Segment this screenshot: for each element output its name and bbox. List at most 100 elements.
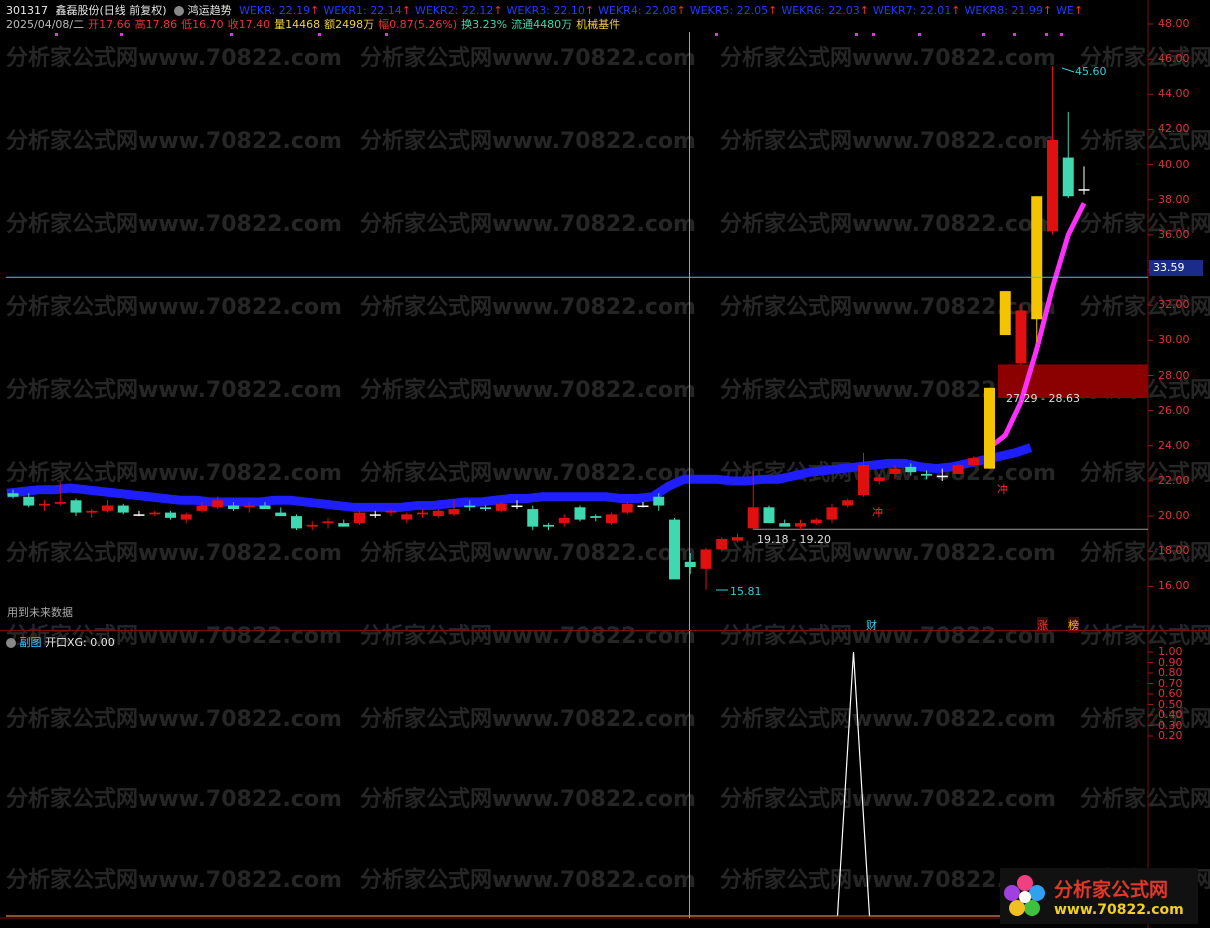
candle-body bbox=[228, 505, 239, 510]
candle-body bbox=[747, 507, 759, 529]
sub-chart-header: 副图 开口XG: 0.00 bbox=[6, 634, 115, 650]
wekr-item: WEKR5: 22.05↑ bbox=[689, 4, 778, 17]
sub-chart-title[interactable]: 副图 bbox=[20, 636, 42, 649]
sub-toggle-icon[interactable] bbox=[6, 638, 16, 648]
candle-body bbox=[432, 510, 444, 517]
candle-body bbox=[495, 503, 507, 511]
candle-body bbox=[70, 500, 82, 513]
open: 开17.66 bbox=[88, 18, 131, 31]
watermark-text: 分析家公式网www.70822.com bbox=[360, 623, 696, 649]
low-price-label: 15.81 bbox=[730, 585, 762, 598]
candle-body bbox=[889, 468, 901, 474]
candle-body bbox=[936, 475, 948, 478]
watermark-text: 分析家公式网www.70822.com bbox=[720, 786, 1056, 812]
candle-body bbox=[165, 512, 176, 518]
candle-body bbox=[574, 507, 586, 520]
candle-body bbox=[842, 500, 854, 506]
sub-indicator-value: 开口XG: 0.00 bbox=[45, 636, 115, 649]
high-price-label: 45.60 bbox=[1075, 65, 1107, 78]
site-logo: 分析家公式网 www.70822.com bbox=[1000, 868, 1198, 924]
candle-body bbox=[1031, 196, 1043, 320]
high: 高17.86 bbox=[134, 18, 178, 31]
candle-body bbox=[952, 465, 964, 474]
watermark-text: 分析家公式网www.70822.com bbox=[360, 540, 696, 566]
candle-body bbox=[102, 505, 113, 511]
signal-dot bbox=[230, 33, 233, 36]
logo-title: 分析家公式网 bbox=[1054, 878, 1169, 901]
candle-body bbox=[873, 477, 885, 481]
candle-body bbox=[700, 549, 712, 569]
flower-logo-icon bbox=[1000, 871, 1050, 921]
up-arrow-icon: ↑ bbox=[1073, 4, 1084, 17]
candle-body bbox=[511, 505, 523, 508]
y-tick-label: 44.00 bbox=[1158, 87, 1190, 101]
wekr-item: WEKR8: 21.99↑ bbox=[964, 4, 1053, 17]
candle-body bbox=[669, 519, 680, 580]
watermark-text: 分析家公式网www.70822.com bbox=[6, 460, 342, 486]
watermark-text: 分析家公式网www.70822.com bbox=[6, 540, 342, 566]
chong-marker-2: 冲 bbox=[997, 482, 1008, 496]
candle-body bbox=[259, 505, 271, 510]
watermark-text: 分析家公式网www.70822.com bbox=[360, 128, 696, 154]
signal-dot bbox=[1060, 33, 1063, 36]
signal-dot bbox=[120, 33, 123, 36]
logo-url: www.70822.com bbox=[1054, 901, 1184, 918]
y-tick-label: 20.00 bbox=[1158, 509, 1190, 523]
candle-body bbox=[543, 524, 554, 527]
candle-body bbox=[1078, 189, 1090, 191]
y-tick-label: 16.00 bbox=[1158, 579, 1190, 593]
turnover: 换3.23% bbox=[461, 18, 508, 31]
candle-body bbox=[968, 458, 980, 466]
float-shares: 流通4480万 bbox=[511, 18, 573, 31]
y-tick-label: 46.00 bbox=[1158, 52, 1190, 66]
panel-divider[interactable] bbox=[0, 630, 1210, 631]
candle-body bbox=[558, 517, 570, 524]
candle-body bbox=[7, 493, 19, 497]
candle-body bbox=[39, 503, 50, 506]
main-kline-chart[interactable]: 分析家公式网www.70822.com 分析家公式网www.70822.com 分析… bbox=[0, 0, 1210, 928]
chong-marker-1: 冲 bbox=[872, 505, 883, 519]
candle-body bbox=[275, 512, 287, 517]
signal-dot bbox=[855, 33, 858, 36]
watermark-text: 分析家公式网www.70822.com bbox=[360, 211, 696, 237]
candle-body bbox=[1047, 139, 1058, 232]
y-tick-label: 38.00 bbox=[1158, 192, 1190, 206]
wekr-item: WEKR7: 22.01↑ bbox=[872, 4, 961, 17]
y-tick-label: 36.00 bbox=[1158, 227, 1190, 241]
candle-body bbox=[196, 505, 208, 511]
up-arrow-icon: ↑ bbox=[676, 4, 686, 17]
candle-body bbox=[621, 503, 633, 513]
candle-body bbox=[590, 516, 602, 518]
candle-body bbox=[385, 510, 397, 513]
low: 低16.70 bbox=[181, 18, 224, 31]
candle-body bbox=[306, 524, 318, 527]
candle-body bbox=[921, 473, 932, 476]
candle-body bbox=[763, 507, 775, 524]
candle-body bbox=[243, 505, 255, 508]
candle-body bbox=[999, 291, 1011, 336]
watermark-text: 分析家公式网www.70822.com bbox=[6, 377, 342, 403]
candle-body bbox=[984, 387, 995, 469]
industry: 机械基件 bbox=[576, 18, 621, 31]
watermark-text: 分析家公式网www.70822.com bbox=[360, 45, 696, 71]
candle-body bbox=[716, 538, 728, 550]
watermark-text: 分析家公式网www.70822.com bbox=[6, 867, 342, 893]
volume: 量14468 bbox=[274, 18, 321, 31]
signal-dot bbox=[982, 33, 985, 36]
y-tick-label: 26.00 bbox=[1158, 403, 1190, 417]
candle-body bbox=[653, 496, 665, 506]
signal-dot bbox=[1045, 33, 1048, 36]
candle-body bbox=[606, 514, 617, 524]
y-tick-label: 28.00 bbox=[1158, 368, 1190, 382]
y-tick-label: 22.00 bbox=[1158, 473, 1190, 487]
y-tick-label: 32.00 bbox=[1158, 298, 1190, 312]
candle-body bbox=[180, 514, 192, 520]
up-arrow-icon: ↑ bbox=[768, 4, 778, 17]
candle-body bbox=[527, 509, 539, 527]
watermark-text: 分析家公式网www.70822.com bbox=[720, 706, 1056, 732]
signal-dot bbox=[918, 33, 921, 36]
indicator-toggle-icon[interactable] bbox=[174, 6, 185, 16]
candle-body bbox=[858, 465, 869, 496]
candle-body bbox=[826, 507, 838, 520]
y-tick-label: 42.00 bbox=[1158, 122, 1190, 136]
